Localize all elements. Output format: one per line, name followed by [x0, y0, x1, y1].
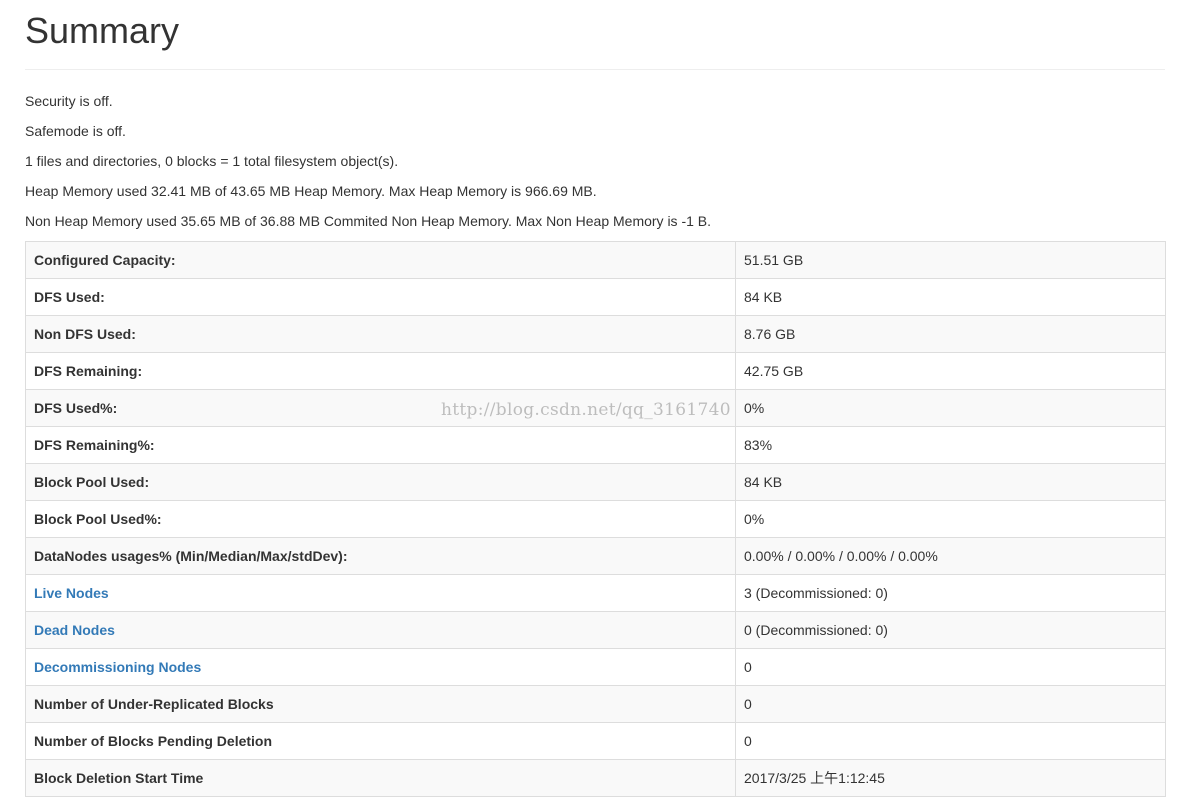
row-value: 0 (Decommissioned: 0)	[735, 611, 1166, 649]
row-label: DFS Used%:	[25, 389, 736, 427]
row-label-cell: Dead Nodes	[25, 611, 736, 649]
table-row-dfs-remaining: DFS Remaining: 42.75 GB	[25, 352, 1166, 390]
row-label: Block Pool Used%:	[25, 500, 736, 538]
page-header: Summary	[25, 0, 1165, 70]
table-row-dfs-used-percent: DFS Used%: 0%	[25, 389, 1166, 427]
security-status-text: Security is off.	[25, 93, 113, 109]
dead-nodes-link[interactable]: Dead Nodes	[34, 622, 115, 638]
table-row-blocks-pending-deletion: Number of Blocks Pending Deletion 0	[25, 722, 1166, 760]
row-label: Block Deletion Start Time	[25, 759, 736, 797]
row-value: 0	[735, 722, 1166, 760]
row-value: 0%	[735, 500, 1166, 538]
decommissioning-nodes-link[interactable]: Decommissioning Nodes	[34, 659, 201, 675]
row-label: Configured Capacity:	[25, 241, 736, 279]
row-label: DFS Remaining:	[25, 352, 736, 390]
table-row-dfs-remaining-percent: DFS Remaining%: 83%	[25, 426, 1166, 464]
table-row-under-replicated-blocks: Number of Under-Replicated Blocks 0	[25, 685, 1166, 723]
row-value: 42.75 GB	[735, 352, 1166, 390]
row-value: 0	[735, 685, 1166, 723]
row-value: 83%	[735, 426, 1166, 464]
row-value: 3 (Decommissioned: 0)	[735, 574, 1166, 612]
table-row-dead-nodes: Dead Nodes 0 (Decommissioned: 0)	[25, 611, 1166, 649]
row-value: 0%	[735, 389, 1166, 427]
row-label-cell: Decommissioning Nodes	[25, 648, 736, 686]
row-value: 84 KB	[735, 278, 1166, 316]
status-info: Security is off. Safemode is off. 1 file…	[25, 70, 1165, 241]
row-value: 0.00% / 0.00% / 0.00% / 0.00%	[735, 537, 1166, 575]
row-value: 0	[735, 648, 1166, 686]
row-value: 84 KB	[735, 463, 1166, 501]
row-label: DFS Remaining%:	[25, 426, 736, 464]
table-row-datanodes-usages: DataNodes usages% (Min/Median/Max/stdDev…	[25, 537, 1166, 575]
row-label: Number of Blocks Pending Deletion	[25, 722, 736, 760]
summary-table: Configured Capacity: 51.51 GB DFS Used: …	[25, 241, 1166, 797]
non-heap-memory-text: Non Heap Memory used 35.65 MB of 36.88 M…	[25, 213, 712, 229]
row-label: DataNodes usages% (Min/Median/Max/stdDev…	[25, 537, 736, 575]
row-value: 51.51 GB	[735, 241, 1166, 279]
row-label: Block Pool Used:	[25, 463, 736, 501]
row-value: 8.76 GB	[735, 315, 1166, 353]
row-value: 2017/3/25 上午1:12:45	[735, 759, 1166, 797]
table-row-block-deletion-start-time: Block Deletion Start Time 2017/3/25 上午1:…	[25, 759, 1166, 797]
table-row-block-pool-used-percent: Block Pool Used%: 0%	[25, 500, 1166, 538]
table-row-block-pool-used: Block Pool Used: 84 KB	[25, 463, 1166, 501]
safemode-status-text: Safemode is off.	[25, 123, 126, 139]
table-row-dfs-used: DFS Used: 84 KB	[25, 278, 1166, 316]
row-label: Non DFS Used:	[25, 315, 736, 353]
row-label-cell: Live Nodes	[25, 574, 736, 612]
table-row-non-dfs-used: Non DFS Used: 8.76 GB	[25, 315, 1166, 353]
row-label: Number of Under-Replicated Blocks	[25, 685, 736, 723]
page-title: Summary	[25, 10, 180, 51]
row-label: DFS Used:	[25, 278, 736, 316]
table-row-configured-capacity: Configured Capacity: 51.51 GB	[25, 241, 1166, 279]
table-row-live-nodes: Live Nodes 3 (Decommissioned: 0)	[25, 574, 1166, 612]
table-row-decommissioning-nodes: Decommissioning Nodes 0	[25, 648, 1166, 686]
page: Summary Security is off. Safemode is off…	[25, 0, 1166, 797]
filesystem-objects-text: 1 files and directories, 0 blocks = 1 to…	[25, 153, 399, 169]
heap-memory-text: Heap Memory used 32.41 MB of 43.65 MB He…	[25, 183, 597, 199]
live-nodes-link[interactable]: Live Nodes	[34, 585, 109, 601]
